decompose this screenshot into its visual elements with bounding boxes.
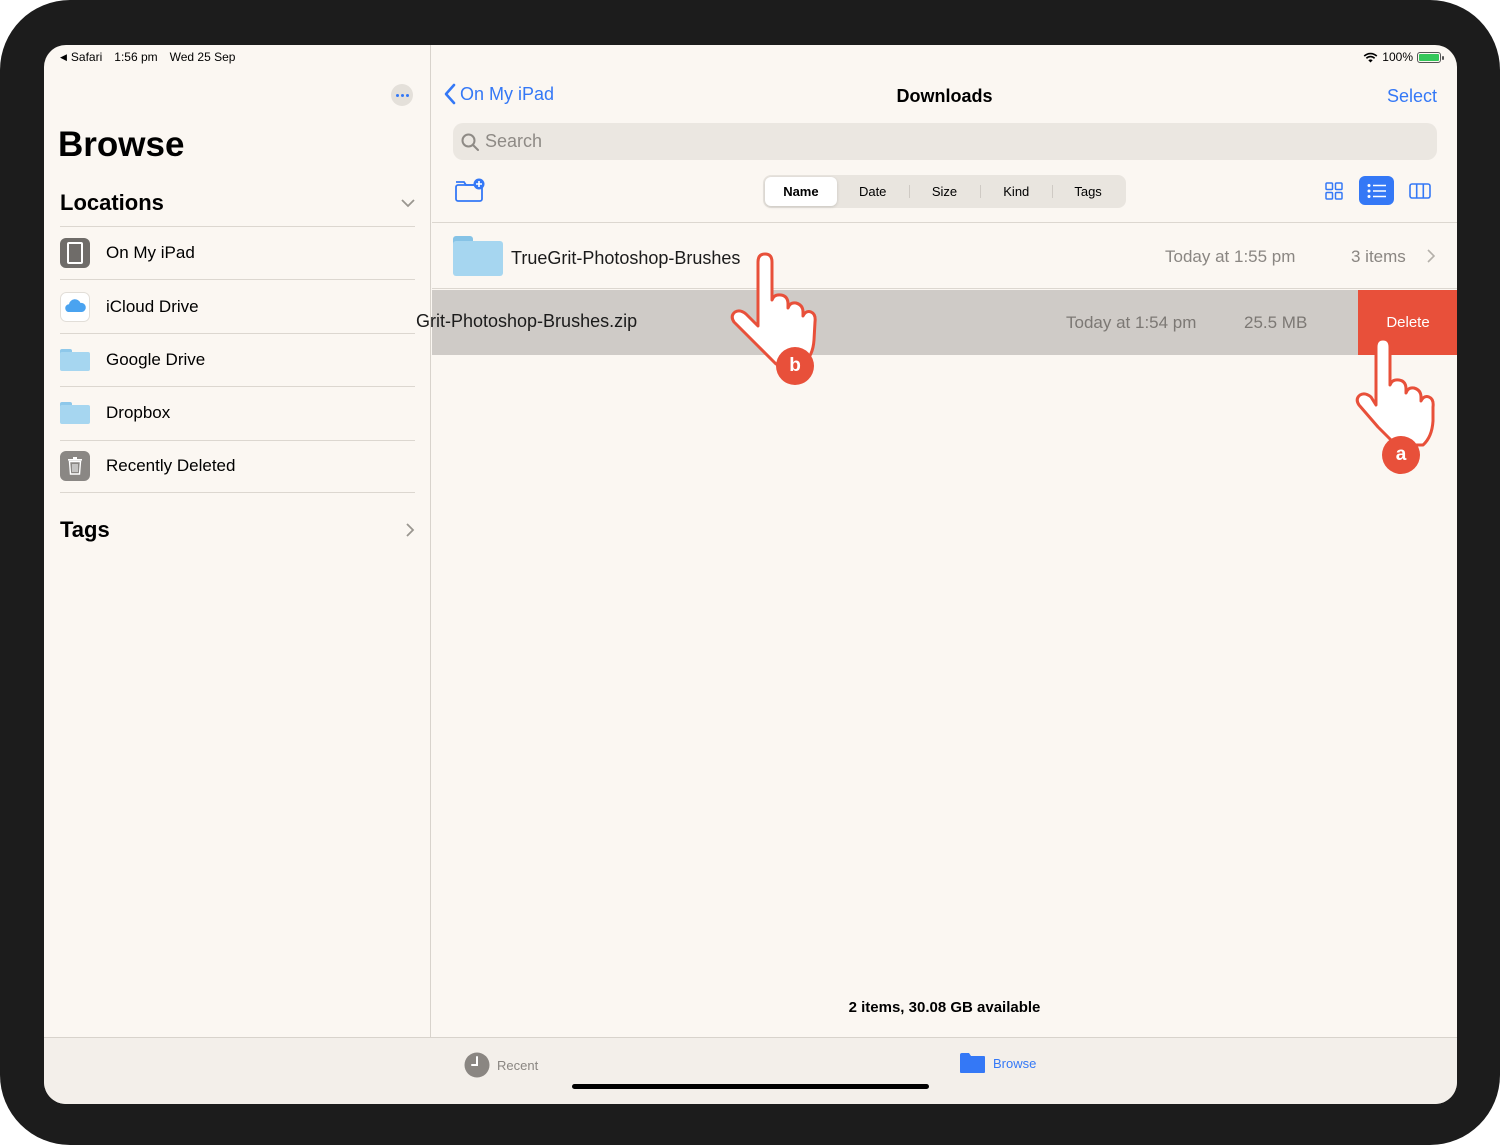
tab-browse[interactable]: Browse: [959, 1052, 1036, 1074]
sidebar-item-google-drive[interactable]: Google Drive: [60, 332, 415, 386]
sidebar-item-dropbox[interactable]: Dropbox: [60, 386, 415, 439]
file-date: Today at 1:54 pm: [1066, 313, 1197, 332]
chevron-left-icon: [444, 83, 456, 105]
search-bar[interactable]: [453, 123, 1437, 160]
chevron-right-icon[interactable]: [406, 523, 415, 537]
back-button[interactable]: On My iPad: [444, 83, 554, 105]
sort-option-name[interactable]: Name: [765, 177, 837, 206]
callout-badge-b: b: [776, 347, 814, 385]
clock-icon: [464, 1052, 490, 1078]
callout-badge-a: a: [1382, 436, 1420, 474]
main-pane: On My iPad Downloads Select Name Date Si…: [416, 45, 1457, 1037]
locations-header[interactable]: Locations: [60, 190, 415, 216]
screen: ◀ Safari 1:56 pm Wed 25 Sep 100% Browse …: [44, 45, 1457, 1104]
tab-recent[interactable]: Recent: [464, 1052, 538, 1078]
sidebar-item-label: Dropbox: [106, 403, 171, 423]
chevron-down-icon[interactable]: [401, 198, 415, 208]
view-mode-buttons: [1316, 176, 1437, 205]
sidebar: Browse Locations On My iPad iCloud Drive…: [44, 45, 431, 1037]
columns-view-button[interactable]: [1402, 176, 1437, 205]
sidebar-item-recently-deleted[interactable]: Recently Deleted: [60, 439, 415, 493]
sort-option-tags[interactable]: Tags: [1052, 177, 1124, 206]
new-folder-icon[interactable]: [454, 178, 486, 203]
select-button[interactable]: Select: [1387, 86, 1437, 107]
tags-header[interactable]: Tags: [60, 517, 415, 543]
sidebar-item-label: On My iPad: [106, 243, 195, 263]
file-size: 25.5 MB: [1244, 313, 1308, 332]
folder-icon: [60, 348, 90, 371]
more-options-icon[interactable]: [391, 84, 413, 106]
file-size: 3 items: [1351, 247, 1406, 266]
folder-icon: [453, 236, 503, 276]
sidebar-item-label: iCloud Drive: [106, 296, 199, 316]
icons-view-button[interactable]: [1316, 176, 1351, 205]
sidebar-item-on-my-ipad[interactable]: On My iPad: [60, 226, 415, 279]
trash-icon: [60, 451, 90, 482]
grid-icon: [1324, 181, 1343, 200]
page-title: Downloads: [896, 86, 993, 106]
file-row-folder[interactable]: TrueGrit-Photoshop-Brushes Today at 1:55…: [432, 223, 1457, 289]
sort-segmented-control: Name Date Size Kind Tags: [763, 175, 1126, 208]
file-row-zip-swiped[interactable]: Grit-Photoshop-Brushes.zip Today at 1:54…: [416, 290, 1457, 355]
search-input[interactable]: [485, 131, 1385, 152]
file-date: Today at 1:55 pm: [1165, 247, 1296, 266]
ipad-icon: [60, 238, 90, 269]
sidebar-item-label: Google Drive: [106, 349, 206, 369]
tab-browse-label: Browse: [993, 1055, 1037, 1071]
sidebar-title: Browse: [58, 125, 185, 164]
tab-bar: Recent Browse: [44, 1037, 1457, 1104]
folder-icon: [60, 402, 90, 425]
chevron-right-icon: [1427, 249, 1435, 263]
storage-summary: 2 items, 30.08 GB available: [848, 999, 1041, 1016]
sidebar-item-icloud-drive[interactable]: iCloud Drive: [60, 279, 415, 332]
sort-option-size[interactable]: Size: [908, 177, 981, 206]
file-name: TrueGrit-Photoshop-Brushes: [511, 248, 741, 268]
home-indicator[interactable]: [572, 1084, 929, 1089]
list-icon: [1367, 183, 1386, 198]
icloud-icon: [60, 291, 90, 322]
columns-icon: [1408, 182, 1431, 199]
sort-option-date[interactable]: Date: [837, 177, 909, 206]
tags-header-label: Tags: [60, 517, 110, 542]
folder-filled-icon: [960, 1053, 985, 1073]
locations-list: On My iPad iCloud Drive Google Drive Dro…: [60, 226, 415, 493]
list-view-button[interactable]: [1359, 176, 1394, 205]
search-icon: [461, 133, 479, 151]
sidebar-item-label: Recently Deleted: [106, 456, 236, 476]
tab-recent-label: Recent: [497, 1057, 539, 1073]
file-name: Grit-Photoshop-Brushes.zip: [416, 311, 638, 331]
sort-option-kind[interactable]: Kind: [980, 177, 1052, 206]
locations-header-label: Locations: [60, 190, 164, 215]
back-button-label: On My iPad: [460, 83, 555, 104]
